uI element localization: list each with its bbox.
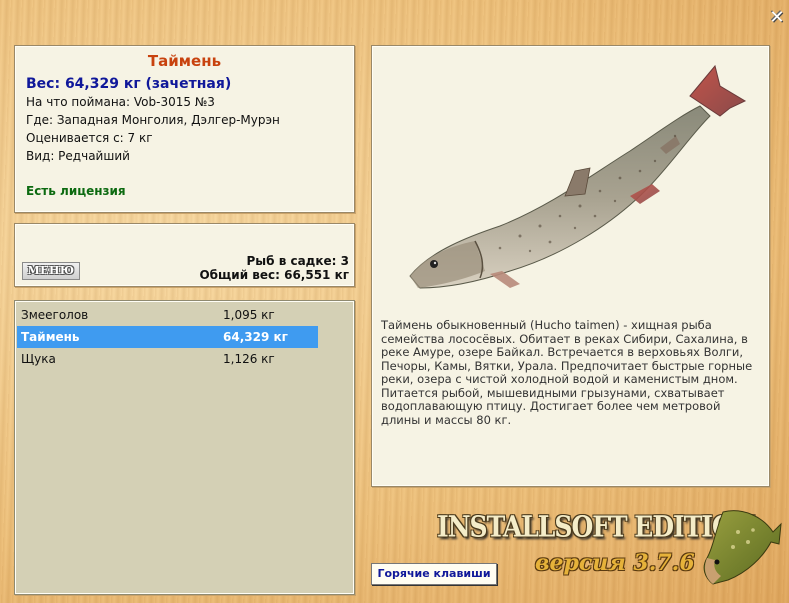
fish-image-panel: Таймень обыкновенный (Hucho taimen) - хи… <box>371 45 770 487</box>
kind-info: Вид: Редчайший <box>26 149 130 163</box>
value-info: Оценивается с: 7 кг <box>26 131 153 145</box>
list-item-selected[interactable]: Таймень 64,329 кг <box>17 326 318 348</box>
list-item-name: Щука <box>21 352 56 366</box>
list-item[interactable]: Змееголов 1,095 кг <box>17 304 318 326</box>
taimen-fish-image <box>409 64 747 289</box>
fish-description: Таймень обыкновенный (Hucho taimen) - хи… <box>381 318 753 427</box>
hotkeys-button[interactable]: Горячие клавиши <box>371 563 497 585</box>
list-item-weight: 1,126 кг <box>223 352 275 366</box>
menu-button[interactable]: МЕНЮ <box>22 262 80 280</box>
list-item[interactable]: Щука 1,126 кг <box>17 348 318 370</box>
list-item-name: Таймень <box>21 330 80 344</box>
bait-info: На что поймана: Vob-3015 №3 <box>26 95 215 109</box>
list-item-weight: 1,095 кг <box>223 308 275 322</box>
close-icon[interactable]: ✕ <box>768 8 786 28</box>
fish-count: Рыб в садке: 3 <box>246 254 350 268</box>
total-weight: Общий вес: 66,551 кг <box>199 268 349 282</box>
cage-stats: Рыб в садке: 3 Общий вес: 66,551 кг <box>199 254 349 282</box>
fish-info-panel: Таймень Вес: 64,329 кг (зачетная) На что… <box>14 45 355 213</box>
list-item-weight: 64,329 кг <box>223 330 288 344</box>
list-item-name: Змееголов <box>21 308 89 322</box>
fish-weight: Вес: 64,329 кг (зачетная) <box>26 76 232 92</box>
pike-logo <box>703 510 782 585</box>
cage-summary-panel: МЕНЮ Рыб в садке: 3 Общий вес: 66,551 кг <box>14 223 355 287</box>
license-status: Есть лицензия <box>26 184 126 198</box>
catch-list[interactable]: Змееголов 1,095 кг Таймень 64,329 кг Щук… <box>14 300 355 595</box>
fish-title: Таймень <box>147 52 222 70</box>
location-info: Где: Западная Монголия, Дэлгер-Мурэн <box>26 113 280 127</box>
version-label: версия 3.7.6 <box>535 550 695 576</box>
